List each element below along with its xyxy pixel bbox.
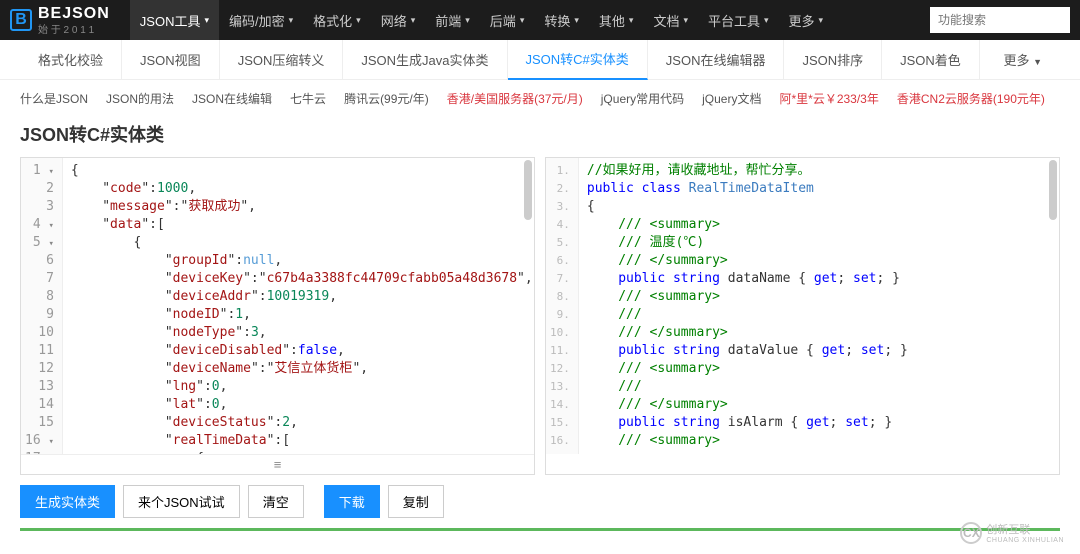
workspace: 1 ▾234 ▾5 ▾678910111213141516 ▾17 ▾ { "c… [0, 157, 1080, 475]
nav-item[interactable]: 编码/加密 ▾ [219, 0, 303, 40]
caret-down-icon: ▾ [574, 15, 579, 26]
caret-down-icon: ▾ [356, 15, 361, 26]
promo-link[interactable]: jQuery常用代码 [601, 90, 684, 107]
caret-down-icon: ▾ [411, 15, 416, 26]
copy-button[interactable]: 复制 [388, 485, 444, 518]
resize-handle-icon[interactable]: ≡ [21, 454, 534, 474]
promo-link[interactable]: 阿*里*云￥233/3年 [779, 90, 878, 107]
promo-link[interactable]: JSON在线编辑 [192, 90, 272, 107]
caret-down-icon: ▼ [1033, 57, 1042, 67]
download-button[interactable]: 下载 [324, 485, 380, 518]
subnav-item[interactable]: JSON着色 [882, 40, 980, 80]
nav-item[interactable]: 转换 ▾ [534, 0, 589, 40]
nav-item[interactable]: 更多 ▾ [779, 0, 834, 40]
promo-link[interactable]: jQuery文档 [702, 90, 761, 107]
caret-down-icon: ▾ [683, 15, 688, 26]
logo[interactable]: B BEJSON 始 于 2 0 1 1 [10, 5, 110, 36]
promo-link[interactable]: 什么是JSON [20, 90, 88, 107]
clear-button[interactable]: 清空 [248, 485, 304, 518]
nav-item[interactable]: 平台工具 ▾ [698, 0, 779, 40]
csharp-output-pane: 1.2.3.4.5.6.7.8.9.10.11.12.13.14.15.16. … [545, 157, 1060, 475]
scrollbar[interactable] [524, 160, 532, 220]
nav-item[interactable]: 格式化 ▾ [303, 0, 371, 40]
logo-subtitle: 始 于 2 0 1 1 [38, 21, 110, 36]
subnav-item[interactable]: JSON转C#实体类 [508, 40, 648, 80]
subnav-more[interactable]: 更多 ▼ [985, 50, 1060, 69]
action-buttons: 生成实体类 来个JSON试试 清空 下载 复制 [0, 475, 1080, 528]
subnav-item[interactable]: JSON在线编辑器 [648, 40, 785, 80]
promo-link[interactable]: 腾讯云(99元/年) [344, 90, 429, 107]
caret-down-icon: ▾ [764, 15, 769, 26]
logo-badge-icon: B [10, 9, 32, 31]
json-input-pane: 1 ▾234 ▾5 ▾678910111213141516 ▾17 ▾ { "c… [20, 157, 535, 475]
page-title: JSON转C#实体类 [0, 117, 1080, 157]
generate-button[interactable]: 生成实体类 [20, 485, 115, 518]
logo-text: BEJSON [38, 5, 110, 22]
watermark-sub: CHUANG XINHULIAN [986, 537, 1064, 544]
nav-item[interactable]: 前端 ▾ [425, 0, 480, 40]
sub-nav: 格式化校验JSON视图JSON压缩转义JSON生成Java实体类JSON转C#实… [0, 40, 1080, 80]
nav-item[interactable]: 文档 ▾ [643, 0, 698, 40]
subnav-item[interactable]: JSON生成Java实体类 [343, 40, 507, 80]
promo-link[interactable]: 香港CN2云服务器(190元年) [897, 90, 1045, 107]
separator [20, 528, 1060, 531]
main-nav: JSON工具 ▾编码/加密 ▾格式化 ▾网络 ▾前端 ▾后端 ▾转换 ▾其他 ▾… [130, 0, 930, 40]
watermark-icon: CX [960, 522, 982, 544]
sample-json-button[interactable]: 来个JSON试试 [123, 485, 240, 518]
caret-down-icon: ▾ [520, 15, 525, 26]
search-input[interactable] [930, 7, 1070, 33]
caret-down-icon: ▾ [819, 15, 824, 26]
promo-link[interactable]: 香港/美国服务器(37元/月) [447, 90, 583, 107]
top-navbar: B BEJSON 始 于 2 0 1 1 JSON工具 ▾编码/加密 ▾格式化 … [0, 0, 1080, 40]
nav-item[interactable]: 后端 ▾ [480, 0, 535, 40]
subnav-item[interactable]: JSON压缩转义 [220, 40, 344, 80]
caret-down-icon: ▾ [629, 15, 634, 26]
watermark: CX 创新互联 CHUANG XINHULIAN [960, 521, 1064, 544]
json-editor[interactable]: 1 ▾234 ▾5 ▾678910111213141516 ▾17 ▾ { "c… [21, 158, 534, 454]
subnav-item[interactable]: JSON排序 [784, 40, 882, 80]
links-bar: 什么是JSON JSON的用法 JSON在线编辑 七牛云 腾讯云(99元/年) 香港/美国… [0, 80, 1080, 117]
caret-down-icon: ▾ [465, 15, 470, 26]
promo-link[interactable]: 七牛云 [290, 90, 326, 107]
nav-item[interactable]: 其他 ▾ [589, 0, 644, 40]
nav-item[interactable]: JSON工具 ▾ [130, 0, 219, 40]
caret-down-icon: ▾ [289, 15, 294, 26]
scrollbar[interactable] [1049, 160, 1057, 220]
watermark-text: 创新互联 [986, 521, 1064, 537]
caret-down-icon: ▾ [204, 15, 209, 26]
subnav-item[interactable]: JSON视图 [122, 40, 220, 80]
subnav-item[interactable]: 格式化校验 [20, 40, 122, 80]
promo-link[interactable]: JSON的用法 [106, 90, 174, 107]
nav-item[interactable]: 网络 ▾ [371, 0, 426, 40]
csharp-editor[interactable]: 1.2.3.4.5.6.7.8.9.10.11.12.13.14.15.16. … [546, 158, 1059, 454]
